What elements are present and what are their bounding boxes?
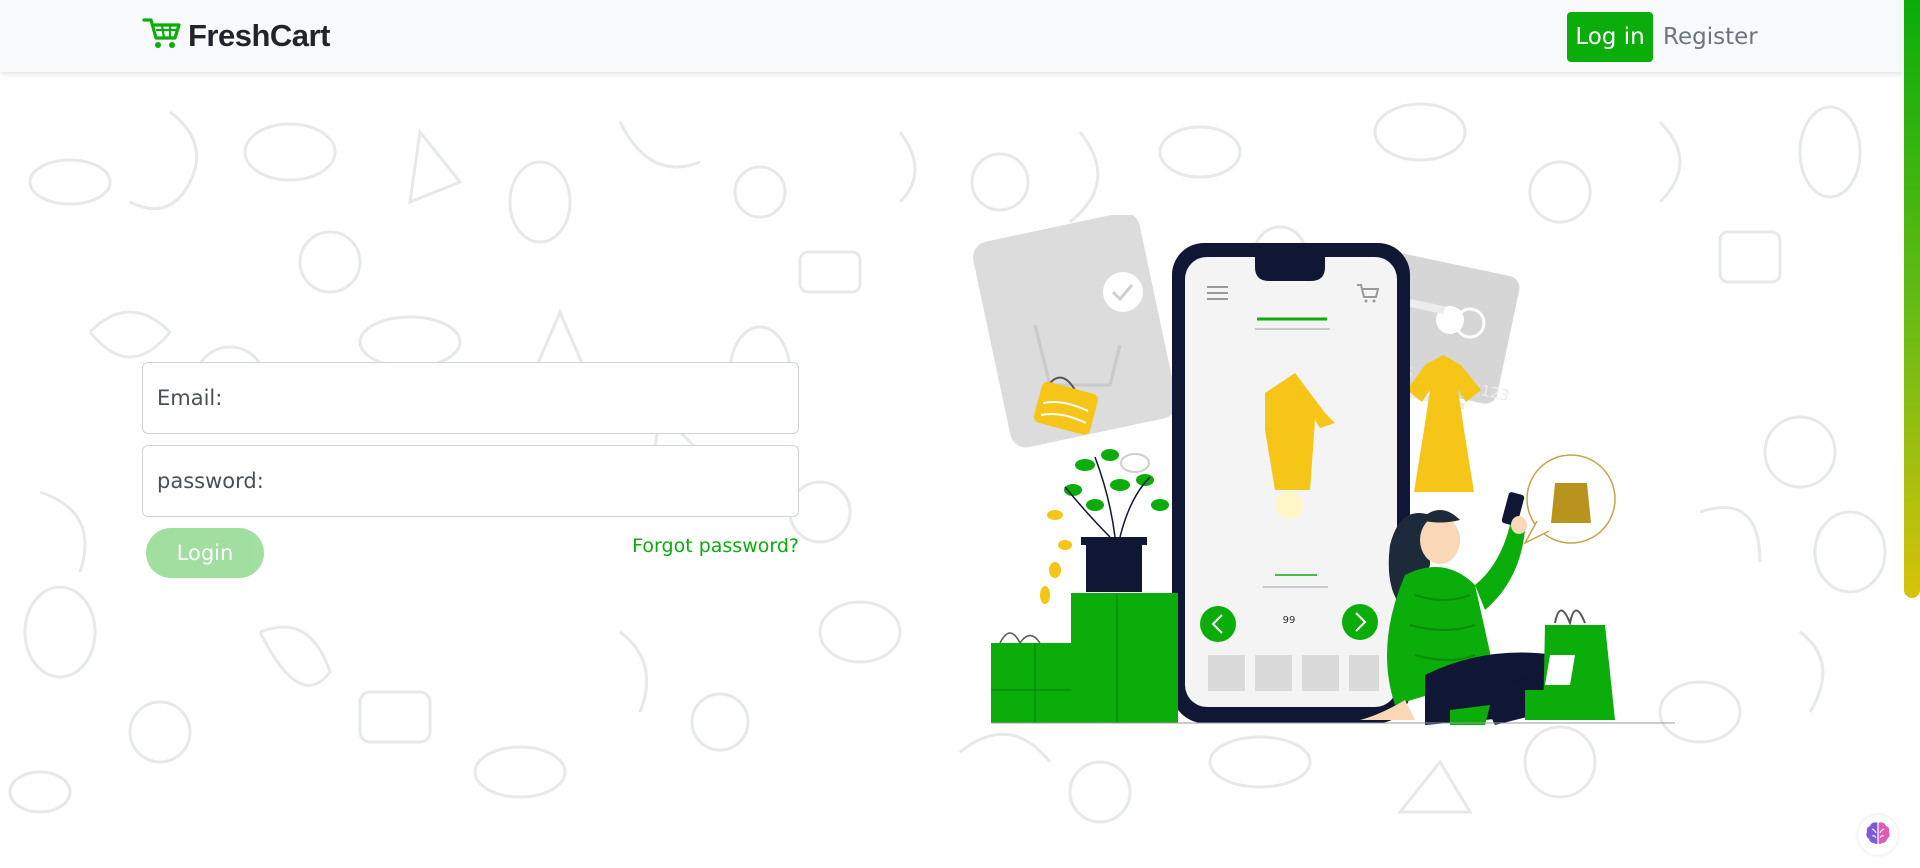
- email-field[interactable]: [143, 363, 798, 433]
- nav-login-button[interactable]: Log in: [1567, 12, 1653, 62]
- login-button[interactable]: Login: [146, 528, 264, 578]
- form-actions: Login Forgot password?: [142, 528, 799, 588]
- hero-illustration: 56 123: [905, 212, 1675, 735]
- brain-icon: [1864, 819, 1892, 851]
- scrollbar-thumb[interactable]: [1904, 0, 1920, 598]
- cart-icon: [142, 17, 182, 55]
- phone-price: 99: [1283, 615, 1296, 626]
- forgot-password-link[interactable]: Forgot password?: [632, 535, 799, 557]
- login-form: Login Forgot password?: [142, 362, 799, 588]
- email-field-wrapper: [142, 362, 799, 434]
- brain-badge[interactable]: [1858, 815, 1898, 855]
- password-field-wrapper: [142, 445, 799, 517]
- nav-register-link[interactable]: Register: [1663, 12, 1758, 62]
- green-shopping-bag: [1543, 609, 1615, 720]
- smartphone: 99: [1172, 243, 1410, 723]
- speech-bubble: [1523, 454, 1616, 545]
- brand-logo[interactable]: FreshCart: [142, 18, 330, 54]
- brand-name: FreshCart: [188, 18, 330, 53]
- plant-pedestal: [991, 449, 1178, 723]
- password-field[interactable]: [143, 446, 798, 516]
- navbar: FreshCart Log in Register: [0, 0, 1904, 72]
